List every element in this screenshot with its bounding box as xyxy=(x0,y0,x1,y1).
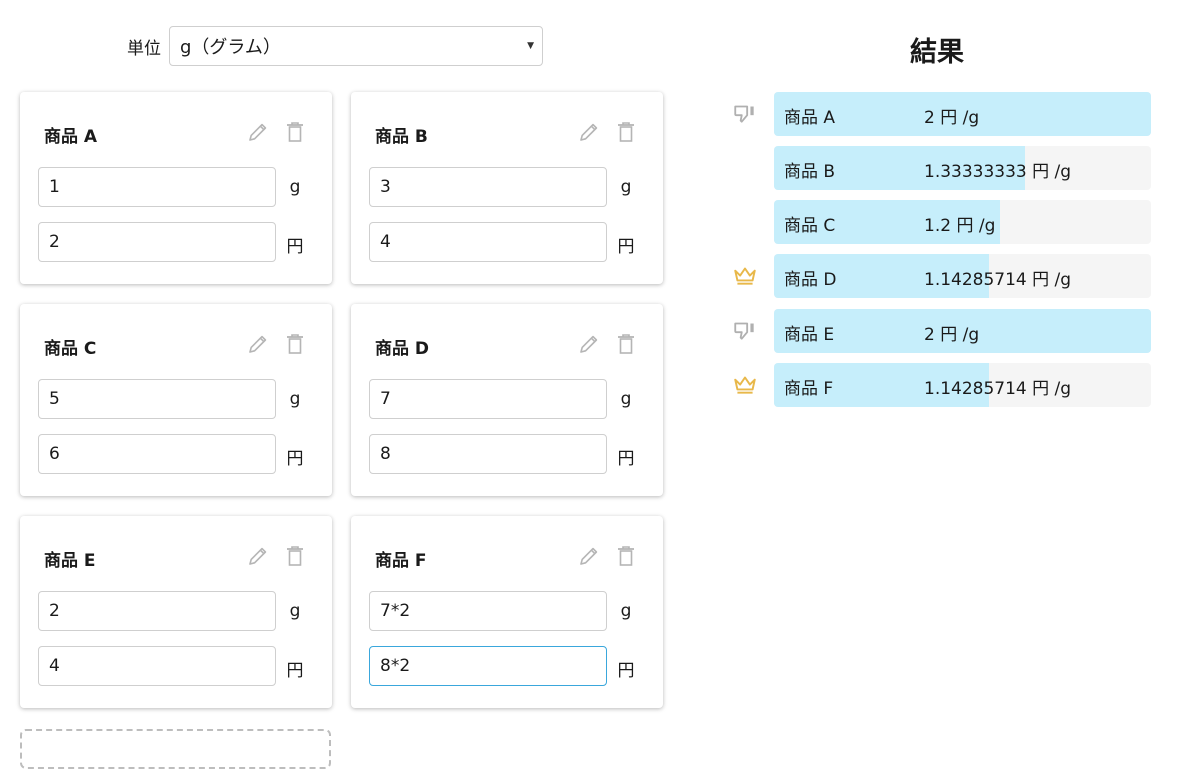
quantity-input[interactable] xyxy=(369,379,607,419)
result-unit-price: 1.33333333 円 /g xyxy=(924,162,1072,182)
thumbs-down-icon xyxy=(732,100,758,126)
product-card: 商品 F g 円 xyxy=(351,516,663,708)
quantity-unit: g xyxy=(289,601,301,621)
result-product-name: 商品 D xyxy=(784,270,837,290)
quantity-input[interactable] xyxy=(38,167,276,207)
price-input[interactable] xyxy=(38,646,276,686)
product-name: 商品 B xyxy=(375,127,428,147)
thumbs-down-icon xyxy=(732,317,758,343)
unit-label: 単位 xyxy=(127,38,161,59)
unit-select[interactable]: g（グラム） ▼ xyxy=(169,26,543,66)
quantity-input[interactable] xyxy=(369,591,607,631)
result-row: 商品 E 2 円 /g xyxy=(728,309,1151,353)
result-unit-price: 1.14285714 円 /g xyxy=(924,379,1072,399)
product-name: 商品 E xyxy=(44,551,96,571)
product-card: 商品 B g 円 xyxy=(351,92,663,284)
pencil-icon[interactable] xyxy=(246,544,270,568)
result-product-name: 商品 A xyxy=(784,108,836,128)
price-input[interactable] xyxy=(369,646,607,686)
results-title: 結果 xyxy=(910,37,964,68)
unit-select-value: g（グラム） xyxy=(180,37,281,58)
price-unit: 円 xyxy=(286,237,304,257)
product-name: 商品 C xyxy=(44,339,97,359)
trash-icon[interactable] xyxy=(614,544,638,568)
price-input[interactable] xyxy=(38,222,276,262)
crown-icon xyxy=(732,262,758,288)
pencil-icon[interactable] xyxy=(577,120,601,144)
result-product-name: 商品 B xyxy=(784,162,836,182)
result-bar: 商品 C 1.2 円 /g xyxy=(774,200,1151,244)
product-card: 商品 E g 円 xyxy=(20,516,332,708)
result-unit-price: 2 円 /g xyxy=(924,108,980,128)
trash-icon[interactable] xyxy=(283,544,307,568)
quantity-input[interactable] xyxy=(38,379,276,419)
result-row: 商品 D 1.14285714 円 /g xyxy=(728,254,1151,298)
price-unit: 円 xyxy=(286,661,304,681)
pencil-icon[interactable] xyxy=(577,332,601,356)
quantity-unit: g xyxy=(620,389,632,409)
result-row: 商品 A 2 円 /g xyxy=(728,92,1151,136)
quantity-input[interactable] xyxy=(369,167,607,207)
trash-icon[interactable] xyxy=(283,120,307,144)
unit-selector-row: 単位 g（グラム） ▼ xyxy=(127,26,543,66)
result-unit-price: 1.14285714 円 /g xyxy=(924,270,1072,290)
result-unit-price: 1.2 円 /g xyxy=(924,216,996,236)
crown-icon xyxy=(732,371,758,397)
trash-icon[interactable] xyxy=(614,332,638,356)
quantity-unit: g xyxy=(289,389,301,409)
result-bar: 商品 E 2 円 /g xyxy=(774,309,1151,353)
pencil-icon[interactable] xyxy=(577,544,601,568)
price-unit: 円 xyxy=(617,449,635,469)
result-bar: 商品 D 1.14285714 円 /g xyxy=(774,254,1151,298)
price-unit: 円 xyxy=(617,661,635,681)
add-product-card[interactable] xyxy=(20,729,331,769)
result-unit-price: 2 円 /g xyxy=(924,325,980,345)
pencil-icon[interactable] xyxy=(246,332,270,356)
trash-icon[interactable] xyxy=(614,120,638,144)
result-bar: 商品 F 1.14285714 円 /g xyxy=(774,363,1151,407)
price-unit: 円 xyxy=(286,449,304,469)
product-name: 商品 F xyxy=(375,551,427,571)
result-product-name: 商品 E xyxy=(784,325,835,345)
product-card: 商品 C g 円 xyxy=(20,304,332,496)
result-row: 商品 F 1.14285714 円 /g xyxy=(728,363,1151,407)
result-row: 商品 C 1.2 円 /g xyxy=(728,200,1151,244)
trash-icon[interactable] xyxy=(283,332,307,356)
product-name: 商品 A xyxy=(44,127,98,147)
result-bar: 商品 B 1.33333333 円 /g xyxy=(774,146,1151,190)
price-unit: 円 xyxy=(617,237,635,257)
result-bar: 商品 A 2 円 /g xyxy=(774,92,1151,136)
quantity-unit: g xyxy=(620,177,632,197)
result-product-name: 商品 C xyxy=(784,216,836,236)
product-card: 商品 D g 円 xyxy=(351,304,663,496)
quantity-unit: g xyxy=(289,177,301,197)
product-name: 商品 D xyxy=(375,339,430,359)
quantity-unit: g xyxy=(620,601,632,621)
result-product-name: 商品 F xyxy=(784,379,834,399)
price-input[interactable] xyxy=(369,434,607,474)
pencil-icon[interactable] xyxy=(246,120,270,144)
caret-down-icon: ▼ xyxy=(527,41,534,51)
price-input[interactable] xyxy=(369,222,607,262)
price-input[interactable] xyxy=(38,434,276,474)
result-row: 商品 B 1.33333333 円 /g xyxy=(728,146,1151,190)
quantity-input[interactable] xyxy=(38,591,276,631)
product-card: 商品 A g 円 xyxy=(20,92,332,284)
